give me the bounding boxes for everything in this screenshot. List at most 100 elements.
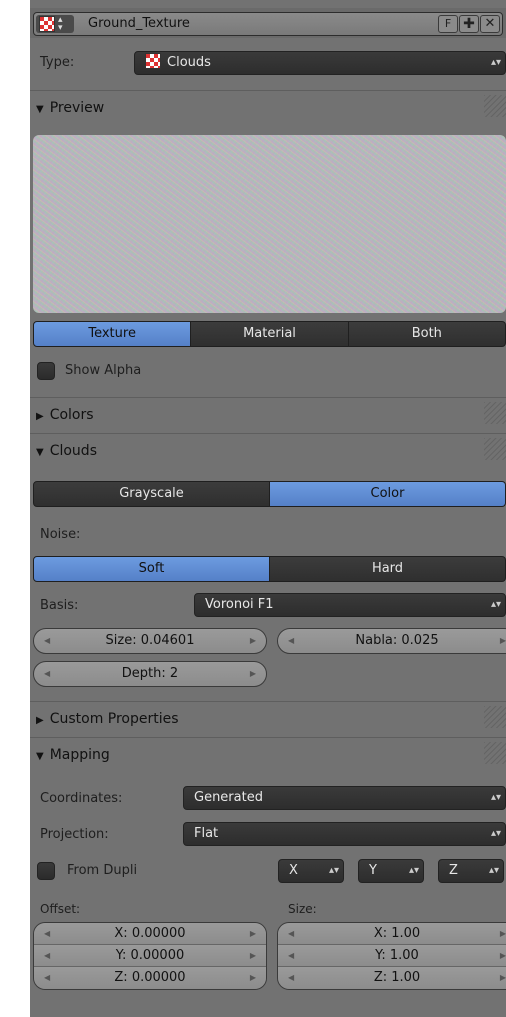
clouds-section-header[interactable]: ▼ Clouds [30,433,506,467]
decrement-arrow-icon[interactable]: ◀ [44,923,50,945]
drag-grip[interactable] [484,742,506,764]
projection-label: Projection: [40,827,109,842]
tab-material[interactable]: Material [191,321,349,347]
increment-arrow-icon[interactable]: ▶ [250,967,256,989]
decrement-arrow-icon[interactable]: ◀ [288,629,294,653]
decrement-arrow-icon[interactable]: ◀ [44,945,50,967]
custom-properties-section-header[interactable]: ▶ Custom Properties [30,701,506,735]
expanded-triangle-icon: ▼ [36,104,44,115]
collapsed-triangle-icon: ▶ [36,411,44,422]
size-y-field[interactable]: ◀ Y: 1.00 ▶ [278,945,506,967]
size-z-value: Z: 1.00 [373,970,421,985]
offset-z-field[interactable]: ◀ Z: 0.00000 ▶ [34,967,266,989]
updown-arrows-icon: ▴▾ [408,865,419,876]
updown-arrows-icon: ▴▾ [328,865,339,876]
axis-y-value: Y [369,863,377,878]
offset-y-value: Y: 0.00000 [115,948,185,963]
size-y-value: Y: 1.00 [375,948,419,963]
updown-arrows-icon: ▴▾ [58,15,63,33]
texture-datablock-field[interactable]: ▴ ▾ Ground_Texture F ✚ ✕ [33,12,503,36]
noise-type-toggle: Soft Hard [33,556,506,582]
decrement-arrow-icon[interactable]: ◀ [288,967,294,989]
size-x-value: X: 1.00 [373,926,421,941]
texture-browse-button[interactable]: ▴ ▾ [36,15,74,33]
updown-arrows-icon: ▴▾ [490,599,501,610]
updown-arrows-icon: ▴▾ [490,828,501,839]
preview-tabs: Texture Material Both [33,321,506,347]
axis-z-value: Z [449,863,458,878]
coordinates-label: Coordinates: [40,791,123,806]
soft-button[interactable]: Soft [33,556,270,582]
texture-header: ▴ ▾ Ground_Texture F ✚ ✕ [30,8,506,38]
offset-fields: ◀ X: 0.00000 ▶ ◀ Y: 0.00000 ▶ ◀ Z: 0.00000 ▶ [33,922,267,990]
hard-button[interactable]: Hard [270,556,506,582]
texture-name[interactable]: Ground_Texture [88,16,190,31]
colors-section-header[interactable]: ▶ Colors [30,397,506,431]
grayscale-button[interactable]: Grayscale [33,481,270,507]
increment-arrow-icon[interactable]: ▶ [500,629,506,653]
increment-arrow-icon[interactable]: ▶ [250,629,256,653]
axis-x-value: X [289,863,298,878]
size-z-field[interactable]: ◀ Z: 1.00 ▶ [278,967,506,989]
preview-title: Preview [49,100,105,116]
increment-arrow-icon[interactable]: ▶ [500,945,506,967]
expanded-triangle-icon: ▼ [36,447,44,458]
updown-arrows-icon: ▴▾ [490,57,501,68]
close-icon[interactable]: ✕ [480,15,500,33]
clouds-title: Clouds [49,443,97,459]
size-x-field[interactable]: ◀ X: 1.00 ▶ [278,923,506,945]
mapping-section-header[interactable]: ▼ Mapping [30,737,506,771]
color-mode-toggle: Grayscale Color [33,481,506,507]
color-button[interactable]: Color [270,481,506,507]
texture-properties-panel: ▴ ▾ Ground_Texture F ✚ ✕ Type: Clouds ▴▾ … [30,0,506,1017]
increment-arrow-icon[interactable]: ▶ [500,923,506,945]
projection-dropdown[interactable]: Flat ▴▾ [183,822,506,846]
fake-user-button[interactable]: F [438,15,458,33]
nabla-value: Nabla: 0.025 [355,633,439,648]
collapsed-triangle-icon: ▶ [36,715,44,726]
offset-z-value: Z: 0.00000 [114,970,186,985]
axis-y-dropdown[interactable]: Y ▴▾ [358,859,424,883]
depth-field[interactable]: ◀ Depth: 2 ▶ [33,661,267,687]
decrement-arrow-icon[interactable]: ◀ [288,923,294,945]
offset-x-value: X: 0.00000 [114,926,186,941]
offset-x-field[interactable]: ◀ X: 0.00000 ▶ [34,923,266,945]
basis-dropdown[interactable]: Voronoi F1 ▴▾ [194,593,506,617]
tab-texture[interactable]: Texture [33,321,192,347]
type-dropdown[interactable]: Clouds ▴▾ [134,51,506,75]
tab-both[interactable]: Both [348,321,506,347]
increment-arrow-icon[interactable]: ▶ [250,945,256,967]
type-label: Type: [40,55,75,70]
nabla-field[interactable]: ◀ Nabla: 0.025 ▶ [277,628,506,654]
offset-y-field[interactable]: ◀ Y: 0.00000 ▶ [34,945,266,967]
axis-z-dropdown[interactable]: Z ▴▾ [438,859,504,883]
drag-grip[interactable] [484,95,506,117]
from-dupli-checkbox[interactable] [37,862,55,880]
show-alpha-checkbox[interactable] [37,362,55,380]
drag-grip[interactable] [484,402,506,424]
preview-section-header[interactable]: ▼ Preview [30,90,506,124]
increment-arrow-icon[interactable]: ▶ [250,923,256,945]
plus-icon[interactable]: ✚ [459,15,479,33]
texture-checker-icon [39,16,55,32]
drag-grip[interactable] [484,706,506,728]
depth-value: Depth: 2 [121,666,179,681]
updown-arrows-icon: ▴▾ [490,792,501,803]
updown-arrows-icon: ▴▾ [488,865,499,876]
decrement-arrow-icon[interactable]: ◀ [288,945,294,967]
axis-x-dropdown[interactable]: X ▴▾ [278,859,344,883]
mapping-title: Mapping [49,747,110,763]
increment-arrow-icon[interactable]: ▶ [250,662,256,686]
projection-value: Flat [194,826,219,841]
coordinates-dropdown[interactable]: Generated ▴▾ [183,786,506,810]
show-alpha-label: Show Alpha [65,363,142,378]
decrement-arrow-icon[interactable]: ◀ [44,662,50,686]
custom-properties-title: Custom Properties [49,711,179,727]
size-field[interactable]: ◀ Size: 0.04601 ▶ [33,628,267,654]
decrement-arrow-icon[interactable]: ◀ [44,629,50,653]
decrement-arrow-icon[interactable]: ◀ [44,967,50,989]
coordinates-value: Generated [194,790,263,805]
drag-grip[interactable] [484,438,506,460]
increment-arrow-icon[interactable]: ▶ [500,967,506,989]
basis-label: Basis: [40,598,79,613]
